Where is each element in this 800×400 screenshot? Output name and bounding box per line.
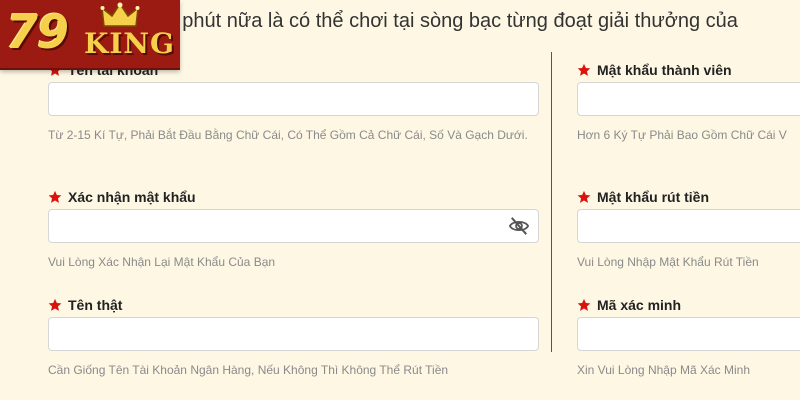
required-star-icon: [577, 298, 591, 311]
withdraw-password-input-box: [577, 209, 800, 243]
required-star-icon: [577, 63, 591, 76]
username-input-box: [48, 82, 539, 116]
member-password-label-text: Mật khẩu thành viên: [597, 62, 732, 78]
eye-slash-icon[interactable]: [508, 216, 530, 236]
verification-code-label: Mã xác minh: [577, 295, 681, 315]
real-name-input[interactable]: [49, 318, 538, 350]
member-password-input[interactable]: [578, 83, 800, 115]
member-password-input-box: [577, 82, 800, 116]
member-password-hint: Hơn 6 Ký Tự Phải Bao Gồm Chữ Cái V: [577, 128, 787, 142]
crown-icon: [100, 2, 140, 27]
logo-number: 79: [6, 5, 69, 59]
withdraw-password-label: Mật khẩu rút tiền: [577, 187, 709, 207]
withdraw-password-label-text: Mật khẩu rút tiền: [597, 189, 710, 205]
required-star-icon: [48, 298, 62, 311]
real-name-input-box: [48, 317, 539, 351]
confirm-password-input-box: [48, 209, 539, 243]
required-star-icon: [48, 190, 62, 203]
withdraw-password-hint: Vui Lòng Nhập Mật Khẩu Rút Tiền: [577, 255, 759, 269]
verification-code-input[interactable]: [578, 318, 800, 350]
confirm-password-label: Xác nhận mật khẩu: [48, 187, 196, 207]
real-name-hint: Cần Giống Tên Tài Khoản Ngân Hàng, Nếu K…: [48, 363, 449, 377]
confirm-password-input[interactable]: [49, 210, 538, 242]
real-name-label-text: Tên thật: [68, 297, 123, 313]
real-name-label: Tên thật: [48, 295, 122, 315]
verification-code-label-text: Mã xác minh: [597, 297, 682, 313]
verification-code-input-box: [577, 317, 800, 351]
username-input[interactable]: [49, 83, 538, 115]
withdraw-password-input[interactable]: [578, 210, 800, 242]
required-star-icon: [577, 190, 591, 203]
brand-logo: 79 KING: [0, 0, 180, 70]
member-password-label: Mật khẩu thành viên: [577, 60, 732, 80]
right-column: Mật khẩu thành viên Hơn 6 Ký Tự Phải Bao…: [577, 0, 800, 400]
username-hint: Từ 2-15 Kí Tự, Phải Bắt Đầu Bằng Chữ Cái…: [48, 128, 528, 142]
logo-word: KING: [84, 27, 175, 60]
verification-code-hint: Xin Vui Lòng Nhập Mã Xác Minh: [577, 363, 750, 377]
column-divider: [551, 52, 552, 352]
confirm-password-label-text: Xác nhận mật khẩu: [68, 189, 196, 205]
confirm-password-hint: Vui Lòng Xác Nhận Lại Mật Khẩu Của Bạn: [48, 255, 276, 269]
